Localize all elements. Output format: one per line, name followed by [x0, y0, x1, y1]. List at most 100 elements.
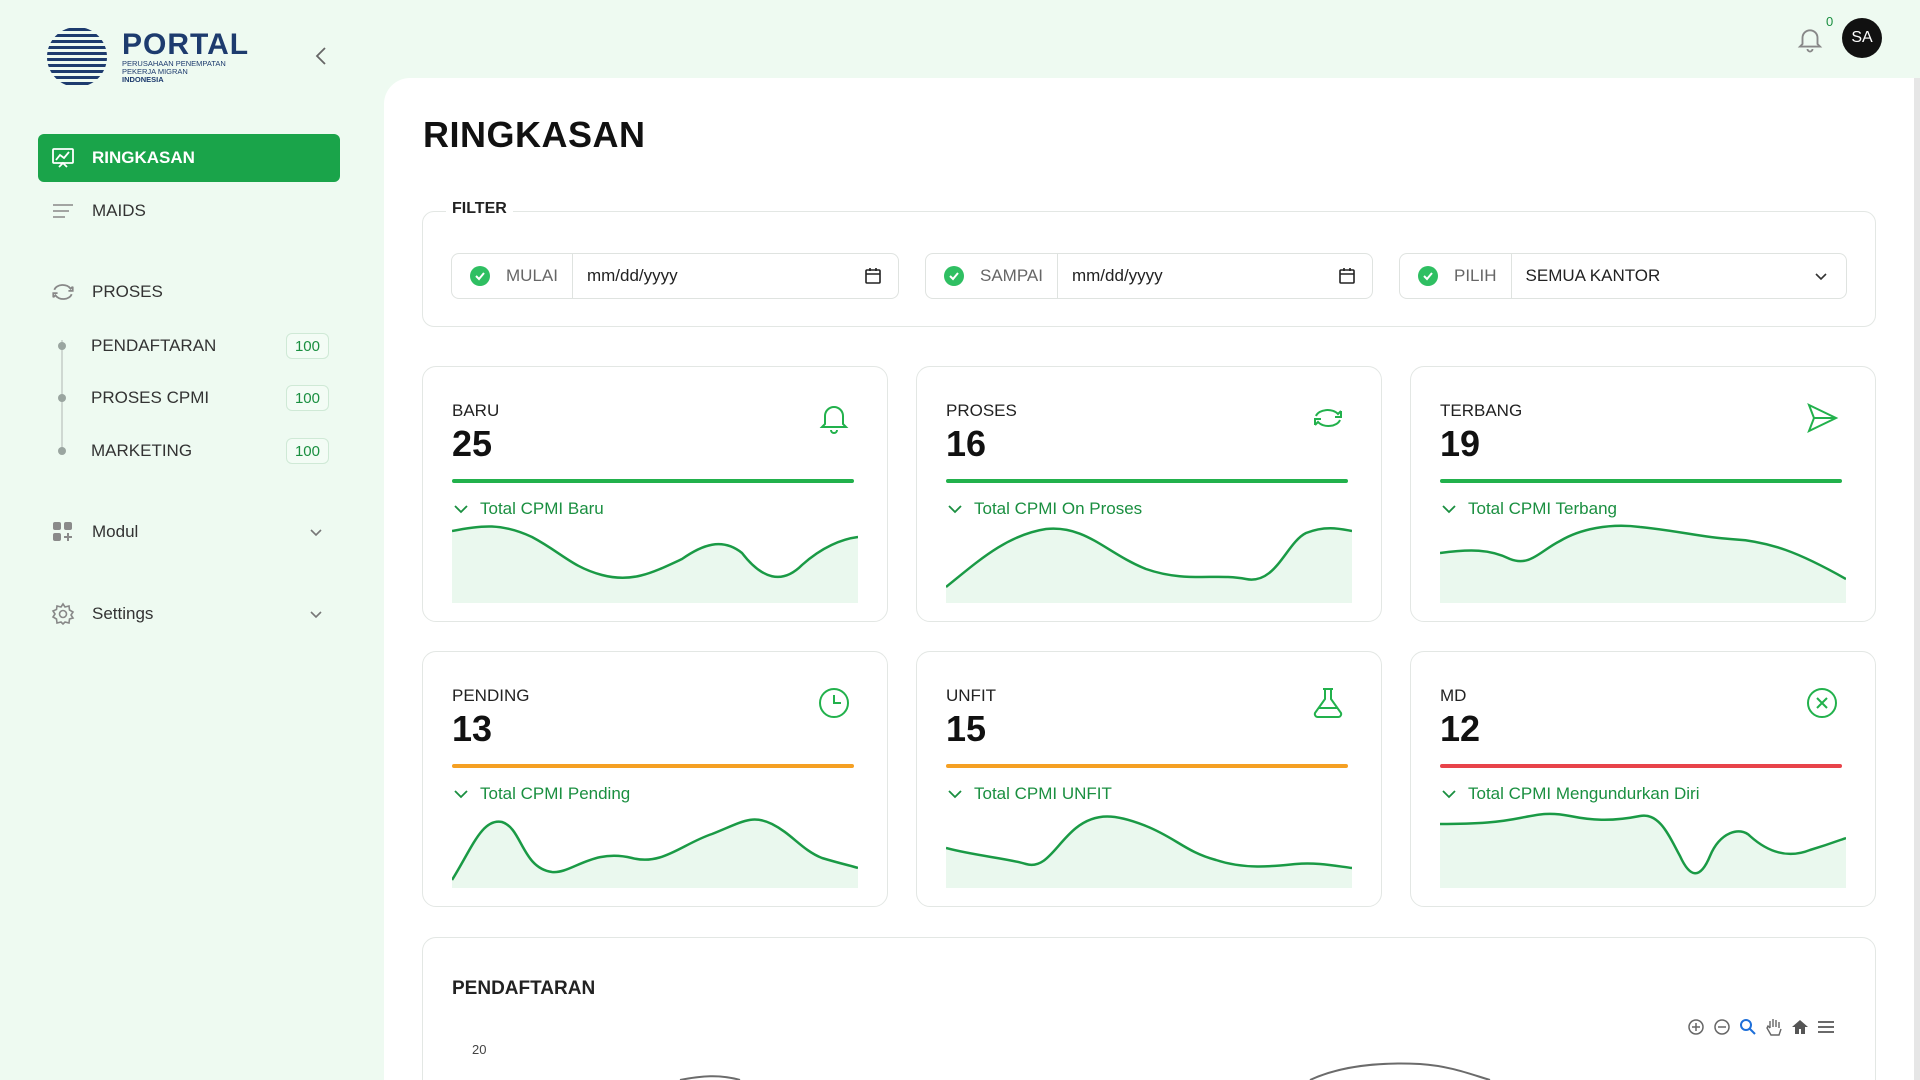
- notification-count: 0: [1826, 14, 1834, 29]
- menu-lines-icon: [50, 198, 76, 224]
- count-badge: 100: [285, 438, 329, 464]
- stat-description: Total CPMI On Proses: [946, 499, 1142, 519]
- zoom-in-icon[interactable]: [1686, 1017, 1706, 1037]
- submenu-dot: [58, 447, 66, 455]
- y-axis-tick: 20: [472, 1042, 487, 1057]
- stat-bar: [452, 764, 854, 768]
- start-date-value: mm/dd/yyyy: [586, 266, 678, 285]
- sparkline: [946, 815, 1352, 888]
- chevron-down-icon: [310, 529, 322, 537]
- sparkline: [452, 818, 858, 888]
- logo-text: PORTAL PERUSAHAAN PENEMPATAN PEKERJA MIG…: [122, 30, 252, 84]
- collapse-sidebar-chevron-left-icon[interactable]: [310, 44, 334, 68]
- chevron-down-icon: [1442, 790, 1456, 799]
- stat-description: Total CPMI Pending: [452, 784, 630, 804]
- stat-card-terbang: TERBANG 19 Total CPMI Terbang: [1410, 366, 1876, 622]
- stat-value: 12: [1440, 708, 1481, 749]
- flask-icon: [1313, 688, 1343, 718]
- stat-card-md: MD 12 Total CPMI Mengundurkan Diri: [1410, 651, 1876, 907]
- count-badge: 100: [285, 385, 329, 411]
- x-circle-icon: [1807, 688, 1837, 718]
- stat-label: UNFIT: [946, 686, 997, 705]
- scrollbar[interactable]: [1914, 78, 1920, 1080]
- page-title: RINGKASAN: [423, 114, 646, 155]
- end-date-value: mm/dd/yyyy: [1071, 266, 1163, 285]
- logo[interactable]: PORTAL PERUSAHAAN PENEMPATAN PEKERJA MIG…: [46, 26, 252, 88]
- stat-description: Total CPMI Mengundurkan Diri: [1440, 784, 1699, 804]
- reset-home-icon[interactable]: [1790, 1017, 1810, 1037]
- stat-description-text: Total CPMI Mengundurkan Diri: [1468, 784, 1700, 803]
- refresh-icon: [1314, 409, 1342, 427]
- refresh-icon: [50, 279, 76, 305]
- sidebar-item-proses[interactable]: PROSES: [38, 268, 340, 316]
- stat-description-text: Total CPMI Baru: [480, 499, 604, 518]
- stat-value: 13: [452, 708, 493, 749]
- pan-hand-icon[interactable]: [1764, 1017, 1784, 1037]
- end-date-group: SAMPAI mm/dd/yyyy: [925, 253, 1373, 299]
- sidebar-item-maids[interactable]: MAIDS: [38, 187, 340, 235]
- sparkline: [1440, 812, 1846, 888]
- submenu-dot: [58, 394, 66, 402]
- sidebar-item-label: Modul: [92, 522, 139, 541]
- selection-zoom-icon[interactable]: [1738, 1017, 1758, 1037]
- stat-label: TERBANG: [1440, 401, 1523, 420]
- avatar[interactable]: SA: [1842, 18, 1882, 58]
- end-date-label: SAMPAI: [980, 266, 1043, 285]
- start-date-group: MULAI mm/dd/yyyy: [451, 253, 899, 299]
- globe-logo-icon: [47, 28, 107, 85]
- grid-plus-icon: [50, 519, 76, 545]
- stat-card-baru: BARU 25 Total CPMI Baru: [422, 366, 888, 622]
- zoom-out-icon[interactable]: [1712, 1017, 1732, 1037]
- chevron-down-icon: [1442, 505, 1456, 514]
- sidebar-item-label: RINGKASAN: [92, 148, 195, 167]
- logo-title: PORTAL: [122, 28, 250, 61]
- sidebar-subitem-marketing[interactable]: MARKETING 100: [91, 434, 331, 468]
- stat-bar: [946, 764, 1348, 768]
- bell-icon: [819, 406, 849, 434]
- stat-card-unfit: UNFIT 15 Total CPMI UNFIT: [916, 651, 1382, 907]
- sidebar-item-modul[interactable]: Modul: [38, 508, 340, 556]
- office-select-value: SEMUA KANTOR: [1525, 266, 1661, 285]
- logo-sub-line3: INDONESIA: [122, 75, 164, 84]
- stat-card-proses: PROSES 16 Total CPMI On Proses: [916, 366, 1382, 622]
- sparkline: [1440, 524, 1846, 603]
- sidebar-item-label: Settings: [92, 604, 154, 623]
- registration-line-chart: [679, 1062, 1491, 1080]
- sidebar-item-settings[interactable]: Settings: [38, 590, 340, 638]
- sidebar-item-ringkasan[interactable]: RINGKASAN: [38, 134, 340, 182]
- chevron-down-icon: [948, 790, 962, 799]
- sparkline: [452, 525, 858, 603]
- calendar-icon[interactable]: [864, 267, 882, 285]
- presentation-chart-icon: [50, 145, 76, 171]
- stat-bar: [946, 479, 1348, 483]
- registration-chart-title: PENDAFTARAN: [452, 978, 596, 999]
- stat-bar: [452, 479, 854, 483]
- stat-value: 16: [946, 423, 987, 464]
- stat-value: 19: [1440, 423, 1481, 464]
- menu-icon[interactable]: [1816, 1017, 1836, 1037]
- notification-bell-icon[interactable]: [1795, 24, 1825, 54]
- filter-legend: FILTER: [446, 200, 513, 218]
- stat-label: BARU: [452, 401, 500, 420]
- end-date-input[interactable]: mm/dd/yyyy: [1058, 254, 1372, 298]
- logo-subtitle: PERUSAHAAN PENEMPATAN PEKERJA MIGRAN IND…: [122, 60, 252, 84]
- stat-label: MD: [1440, 686, 1467, 705]
- subitem-label: MARKETING: [91, 441, 193, 460]
- send-icon: [1807, 403, 1839, 433]
- submenu-dot: [58, 342, 66, 350]
- start-date-input[interactable]: mm/dd/yyyy: [573, 254, 898, 298]
- sidebar-subitem-pendaftaran[interactable]: PENDAFTARAN 100: [91, 329, 331, 363]
- chevron-down-icon: [1815, 273, 1827, 281]
- chart-toolbar: [1686, 1017, 1836, 1037]
- stat-bar: [1440, 764, 1842, 768]
- stat-value: 15: [946, 708, 987, 749]
- office-select-prefix: PILIH: [1400, 254, 1512, 298]
- end-date-prefix: SAMPAI: [926, 254, 1058, 298]
- stat-description-text: Total CPMI On Proses: [974, 499, 1143, 518]
- sidebar-subitem-proses-cpmi[interactable]: PROSES CPMI 100: [91, 381, 331, 415]
- sidebar-item-label: MAIDS: [92, 201, 146, 220]
- calendar-icon[interactable]: [1338, 267, 1356, 285]
- office-select[interactable]: SEMUA KANTOR: [1512, 254, 1846, 298]
- stat-description: Total CPMI Terbang: [1440, 499, 1617, 519]
- clock-icon: [819, 688, 849, 718]
